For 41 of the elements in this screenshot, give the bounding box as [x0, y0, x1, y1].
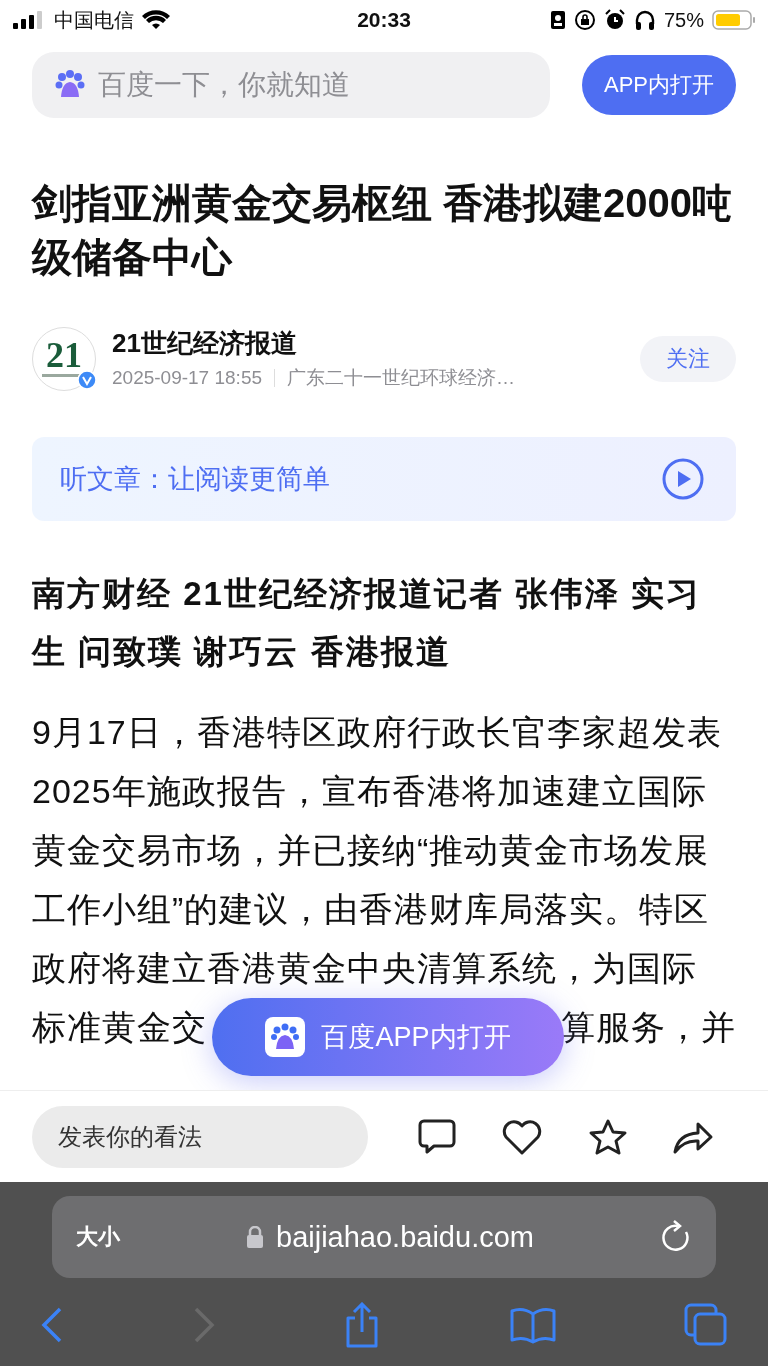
article-text-line: 政府将建立香港黄金中央清算系统，为国际 — [32, 948, 697, 989]
url-text: baijiahao.baidu.com — [276, 1220, 534, 1254]
bookmarks-icon[interactable] — [508, 1306, 557, 1344]
author-avatar[interactable]: 21 — [32, 326, 96, 391]
publish-date: 2025-09-17 18:55 — [112, 367, 262, 389]
baidu-app-icon — [265, 1017, 306, 1057]
article-text-line: 标准黄金交 — [32, 1007, 207, 1048]
clock-time: 20:33 — [356, 8, 412, 32]
article-text-line: 工作小组”的建议，由香港财库局落实。特区 — [32, 889, 710, 930]
source-name: 广东二十一世纪环球经济… — [287, 366, 515, 390]
play-icon[interactable] — [662, 458, 704, 500]
listen-card[interactable]: 听文章：让阅读更简单 — [32, 437, 736, 521]
follow-button[interactable]: 关注 — [640, 335, 736, 382]
author-name[interactable]: 21世纪经济报道 — [112, 326, 624, 361]
article-text-line: 黄金交易市场，并已接纳“推动黄金市场发展 — [32, 830, 710, 871]
rotation-lock-icon — [573, 9, 596, 31]
open-in-app-button[interactable]: APP内打开 — [581, 55, 736, 115]
comment-icon[interactable] — [417, 1117, 456, 1156]
comment-field[interactable]: 发表你的看法 — [32, 1105, 368, 1168]
text-size-button[interactable]: 大小 — [76, 1222, 120, 1252]
reload-icon[interactable] — [660, 1220, 692, 1254]
article-text-line: 2025年施政报告，宣布香港将加速建立国际 — [32, 771, 707, 812]
search-field[interactable]: 百度一下，你就知道 — [32, 52, 550, 118]
article-byline: 南方财经 21世纪经济报道记者 张伟泽 实习生 问致璞 谢巧云 香港报道 — [32, 574, 703, 672]
listen-label: 听文章：让阅读更简单 — [60, 463, 330, 496]
headphones-icon — [633, 9, 656, 31]
lock-icon — [246, 1226, 264, 1248]
article-text-line: 9月17日，香港特区政府行政长官李家超发表 — [32, 712, 722, 753]
wifi-icon — [142, 10, 170, 30]
battery-percent: 75% — [663, 8, 704, 32]
back-icon[interactable] — [40, 1306, 64, 1344]
id-card-icon — [549, 10, 566, 30]
carrier-name: 中国电信 — [54, 7, 134, 33]
star-icon[interactable] — [587, 1117, 628, 1156]
address-bar[interactable]: 大小 baijiahao.baidu.com — [52, 1196, 716, 1278]
tabs-icon[interactable] — [684, 1303, 728, 1347]
alarm-icon — [603, 9, 626, 31]
heart-icon[interactable] — [501, 1117, 544, 1156]
battery-icon — [712, 9, 756, 31]
article-title: 剑指亚洲黄金交易枢纽 香港拟建2000吨级储备中心 — [32, 180, 734, 281]
article-text-line: 算服务，并 — [561, 1007, 736, 1048]
